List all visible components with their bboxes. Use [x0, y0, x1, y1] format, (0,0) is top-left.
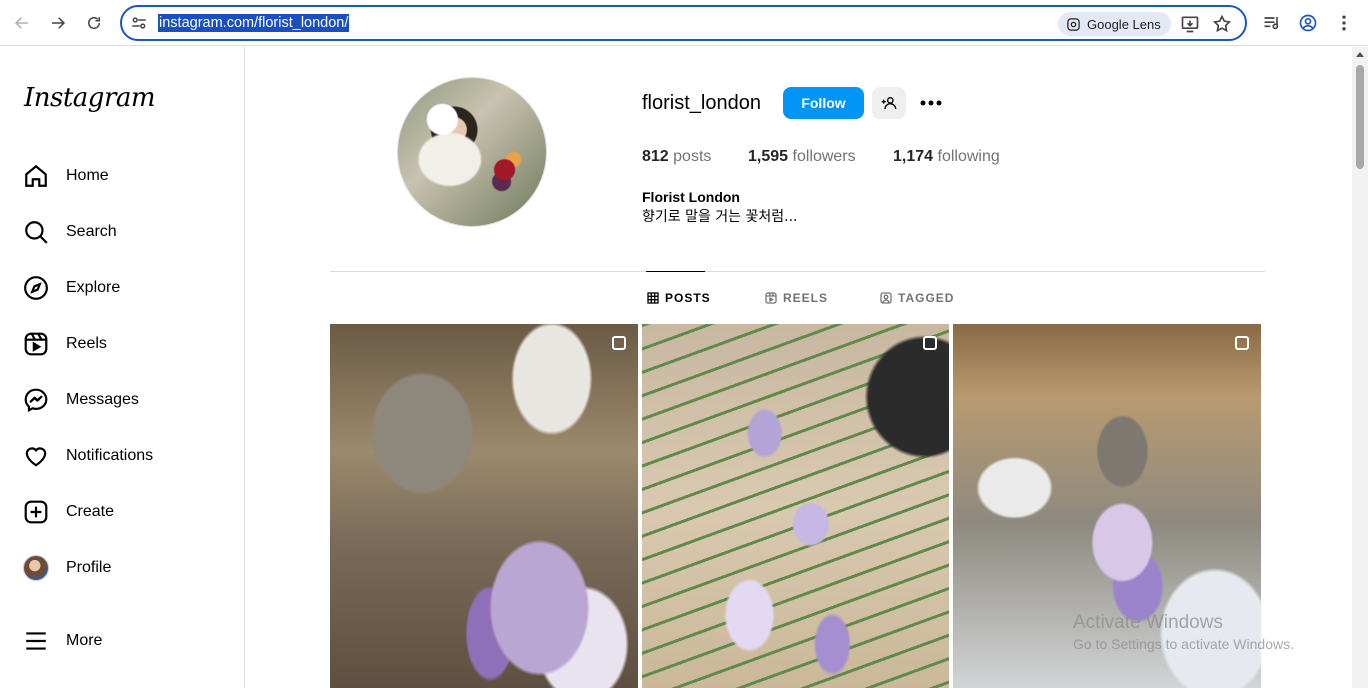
heart-icon [22, 442, 50, 470]
sidebar-item-messages[interactable]: Messages [22, 384, 139, 416]
search-icon [22, 218, 50, 246]
arrow-right-icon [52, 17, 66, 29]
more-options-icon[interactable] [919, 91, 943, 115]
post-thumbnail[interactable] [330, 324, 638, 688]
sidebar-item-explore[interactable]: Explore [22, 272, 120, 304]
carousel-icon [923, 336, 937, 350]
lens-icon [1067, 17, 1080, 31]
bookmark-star-icon[interactable] [1212, 14, 1232, 34]
tab-label: POSTS [665, 291, 711, 305]
reels-icon [765, 292, 777, 304]
google-lens-button[interactable]: Google Lens [1058, 12, 1171, 36]
carousel-icon [1235, 336, 1249, 350]
plus-square-icon [22, 498, 50, 526]
followers-label: followers [792, 148, 856, 165]
tab-label: REELS [783, 291, 829, 305]
followers-count: 1,595 [748, 148, 789, 165]
profile-bio: 향기로 말을 거는 꽃처럼... [642, 209, 798, 225]
sidebar-item-label: Reels [66, 335, 107, 352]
post-thumbnail[interactable] [642, 324, 949, 688]
followers-stat[interactable]: 1,595 followers [748, 148, 856, 166]
sidebar-item-label: Notifications [66, 447, 154, 464]
sidebar-item-label: Profile [66, 559, 112, 576]
reload-icon [88, 17, 100, 29]
google-lens-label: Google Lens [1087, 16, 1161, 32]
profile-icon-wrap [22, 554, 50, 582]
tab-posts[interactable]: POSTS [647, 291, 711, 305]
follow-button[interactable]: Follow [783, 87, 864, 119]
messenger-icon [22, 386, 50, 414]
windows-activation-watermark: Activate Windows Go to Settings to activ… [1073, 612, 1294, 652]
following-stat[interactable]: 1,174 following [893, 148, 1000, 166]
profile-picture[interactable] [397, 77, 547, 227]
posts-stat: 812 posts [642, 148, 711, 166]
forward-button[interactable] [44, 9, 72, 37]
following-count: 1,174 [893, 148, 934, 165]
posts-count: 812 [642, 148, 669, 165]
profile-main: florist_london Follow 812 posts 1,595 fo… [246, 47, 1352, 688]
tabs-divider [330, 271, 1265, 272]
watermark-title: Activate Windows [1073, 612, 1223, 633]
tagged-person-icon [880, 292, 892, 304]
profile-username: florist_london [642, 92, 761, 114]
sidebar-item-label: Home [66, 167, 109, 184]
url-text[interactable]: instagram.com/florist_london/ [158, 14, 350, 32]
compass-icon [22, 274, 50, 302]
grid-icon [647, 292, 659, 304]
reload-button[interactable] [80, 9, 108, 37]
browser-toolbar: instagram.com/florist_london/ Google Len… [0, 0, 1368, 46]
scrollbar-thumb[interactable] [1356, 65, 1364, 169]
home-icon [22, 162, 50, 190]
active-tab-indicator [646, 271, 705, 272]
watermark-subtitle: Go to Settings to activate Windows. [1073, 636, 1294, 652]
scroll-up-arrow-icon[interactable] [1356, 52, 1364, 57]
instagram-logo[interactable]: Instagram [24, 83, 156, 113]
account-icon[interactable] [1298, 13, 1318, 33]
sidebar: Instagram Home Search Explore Reels Mess… [0, 47, 245, 688]
sidebar-item-more[interactable]: More [22, 625, 102, 657]
back-button[interactable] [8, 9, 36, 37]
address-bar[interactable]: instagram.com/florist_london/ Google Len… [120, 5, 1247, 41]
sidebar-item-search[interactable]: Search [22, 216, 117, 248]
sidebar-item-label: Messages [66, 391, 139, 408]
following-label: following [937, 148, 1000, 165]
sidebar-item-reels[interactable]: Reels [22, 328, 107, 360]
site-info-icon[interactable] [130, 14, 148, 32]
sidebar-item-create[interactable]: Create [22, 496, 114, 528]
reels-icon [22, 330, 50, 358]
hamburger-icon [22, 627, 50, 655]
carousel-icon [612, 336, 626, 350]
sidebar-item-label: Explore [66, 279, 121, 296]
browser-menu-icon[interactable] [1334, 13, 1354, 33]
add-person-icon [881, 97, 897, 110]
sidebar-item-label: Search [66, 223, 117, 240]
sidebar-item-label: More [66, 632, 103, 649]
avatar [23, 555, 49, 581]
sidebar-item-notifications[interactable]: Notifications [22, 440, 153, 472]
tab-label: TAGGED [898, 291, 955, 305]
arrow-left-icon [14, 17, 28, 29]
media-control-icon[interactable] [1262, 13, 1282, 33]
sidebar-item-home[interactable]: Home [22, 160, 109, 192]
install-app-icon[interactable] [1180, 14, 1200, 34]
page-scrollbar[interactable] [1352, 47, 1368, 688]
posts-label: posts [673, 148, 712, 165]
tab-tagged[interactable]: TAGGED [880, 291, 954, 305]
sidebar-item-label: Create [66, 503, 115, 520]
sidebar-item-profile[interactable]: Profile [22, 552, 111, 584]
suggested-accounts-button[interactable] [872, 87, 906, 119]
profile-full-name: Florist London [642, 189, 740, 205]
tab-reels[interactable]: REELS [765, 291, 828, 305]
